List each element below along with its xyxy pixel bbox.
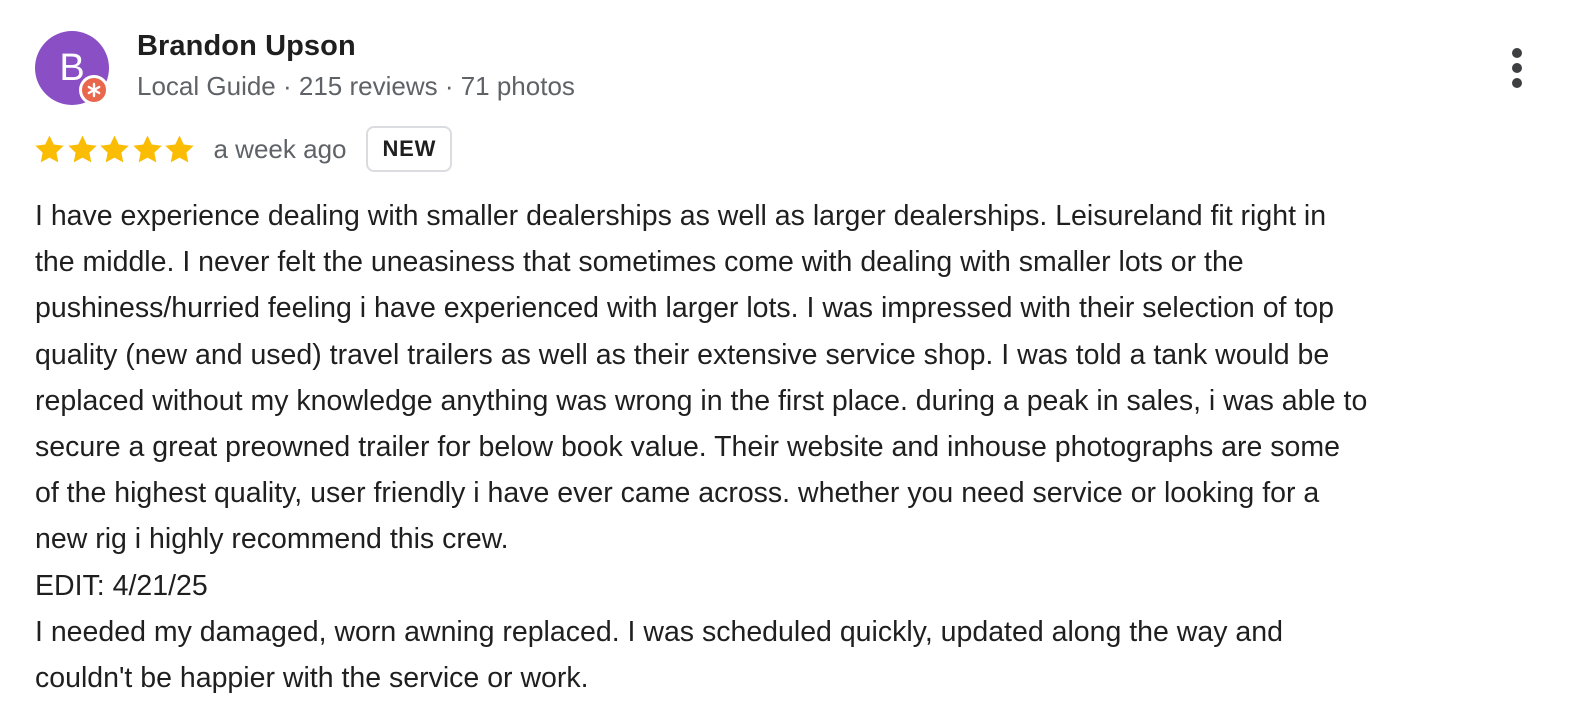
review-text-line: I have experience dealing with smaller d… xyxy=(35,200,1327,232)
more-dot xyxy=(1512,63,1522,73)
review-text-line: EDIT: 4/21/25 xyxy=(35,569,208,602)
review-body: I have experience dealing with smaller d… xyxy=(35,193,1580,701)
review-text-line: secure a great preowned trailer for belo… xyxy=(35,431,1340,464)
review-text-line: pushiness/hurried feeling i have experie… xyxy=(35,292,1335,325)
review-text-line: quality (new and used) travel trailers a… xyxy=(35,338,1330,371)
new-badge: NEW xyxy=(366,126,453,172)
reviewer-avatar[interactable]: B xyxy=(35,31,109,105)
star-icon xyxy=(132,134,162,162)
star-icon xyxy=(165,134,194,162)
rating-row: a week ago NEW xyxy=(33,124,453,174)
review-card: B Brandon Upson Local Guide · 215 review… xyxy=(0,0,1592,727)
star-rating xyxy=(33,124,196,174)
star-icon xyxy=(35,134,64,162)
more-vertical-icon xyxy=(1512,48,1522,58)
review-text-line: of the highest quality, user friendly i … xyxy=(35,477,1320,510)
more-options-button[interactable] xyxy=(1500,44,1534,92)
asterisk-icon xyxy=(87,82,101,98)
review-text-line: the middle. I never felt the uneasiness … xyxy=(35,246,1244,279)
local-guide-star-icon xyxy=(79,75,109,105)
review-text-line: replaced without my knowledge anything w… xyxy=(35,384,1368,417)
star-icon xyxy=(67,134,97,162)
review-text-line: I needed my damaged, worn awning replace… xyxy=(35,615,1283,648)
star-icon xyxy=(100,134,129,162)
review-text-line: couldn't be happier with the service or … xyxy=(35,662,589,695)
review-date: a week ago xyxy=(213,133,347,164)
review-text-line: new rig i highly recommend this crew. xyxy=(35,523,509,556)
reviewer-meta: Local Guide · 215 reviews · 71 photos xyxy=(137,71,575,101)
more-dot xyxy=(1512,78,1522,88)
reviewer-name[interactable]: Brandon Upson xyxy=(137,30,356,63)
